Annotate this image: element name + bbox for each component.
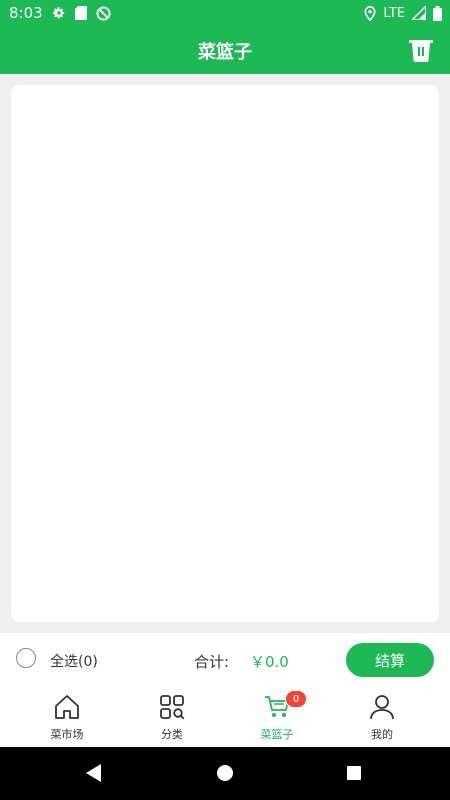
system-nav-bar — [0, 747, 450, 800]
tab-label-market: 菜市场 — [50, 728, 84, 741]
trash-icon[interactable] — [408, 37, 434, 63]
status-icons-right: LTE — [364, 5, 442, 21]
tab-market[interactable]: 菜市场 — [17, 686, 117, 747]
tab-label-basket: 菜篮子 — [260, 728, 294, 741]
total-value: ￥0.0 — [250, 653, 289, 671]
sd-card-icon — [75, 6, 87, 20]
status-time: 8:03 — [9, 4, 43, 22]
lte-signal-icon — [412, 6, 426, 20]
home-button[interactable] — [217, 765, 233, 781]
checkout-bar: 全选(0) 合计: ￥0.0 结算 — [0, 633, 450, 687]
checkout-button[interactable]: 结算 — [346, 643, 434, 677]
no-sync-icon — [96, 5, 111, 21]
location-icon — [364, 5, 376, 21]
cart-list-panel — [11, 85, 439, 622]
tab-label-profile: 我的 — [371, 728, 393, 741]
cart-badge: 0 — [285, 690, 307, 708]
app-bar: 菜篮子 — [0, 26, 450, 74]
category-grid-icon — [160, 695, 185, 720]
select-all-radio[interactable] — [16, 648, 36, 668]
status-bar: 8:03 LTE — [0, 0, 450, 26]
tab-basket[interactable]: 0 菜篮子 — [227, 686, 327, 747]
gear-icon — [52, 7, 65, 19]
tab-profile[interactable]: 我的 — [332, 686, 432, 747]
home-icon — [55, 695, 79, 719]
battery-icon — [433, 5, 442, 21]
network-type: LTE — [383, 5, 405, 21]
total-label: 合计: — [194, 653, 230, 671]
page-title: 菜篮子 — [198, 42, 252, 63]
status-icons-left — [52, 5, 111, 21]
select-all-label[interactable]: 全选(0) — [50, 651, 98, 671]
tab-label-category: 分类 — [161, 728, 183, 741]
bottom-tab-bar: 菜市场 分类 0 菜篮子 我的 — [0, 686, 450, 747]
recent-apps-button[interactable] — [347, 766, 361, 780]
back-icon[interactable] — [84, 763, 102, 783]
tab-category[interactable]: 分类 — [122, 686, 222, 747]
profile-icon — [370, 695, 394, 720]
